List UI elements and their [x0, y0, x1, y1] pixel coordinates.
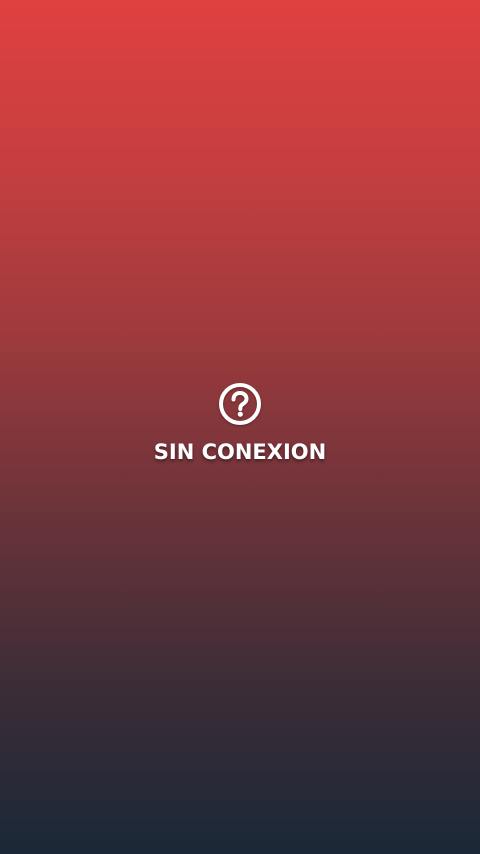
status-block: SIN CONEXION [0, 382, 480, 463]
status-message: SIN CONEXION [153, 440, 327, 464]
question-circle-icon [218, 382, 262, 426]
no-connection-screen: SIN CONEXION [0, 0, 480, 854]
